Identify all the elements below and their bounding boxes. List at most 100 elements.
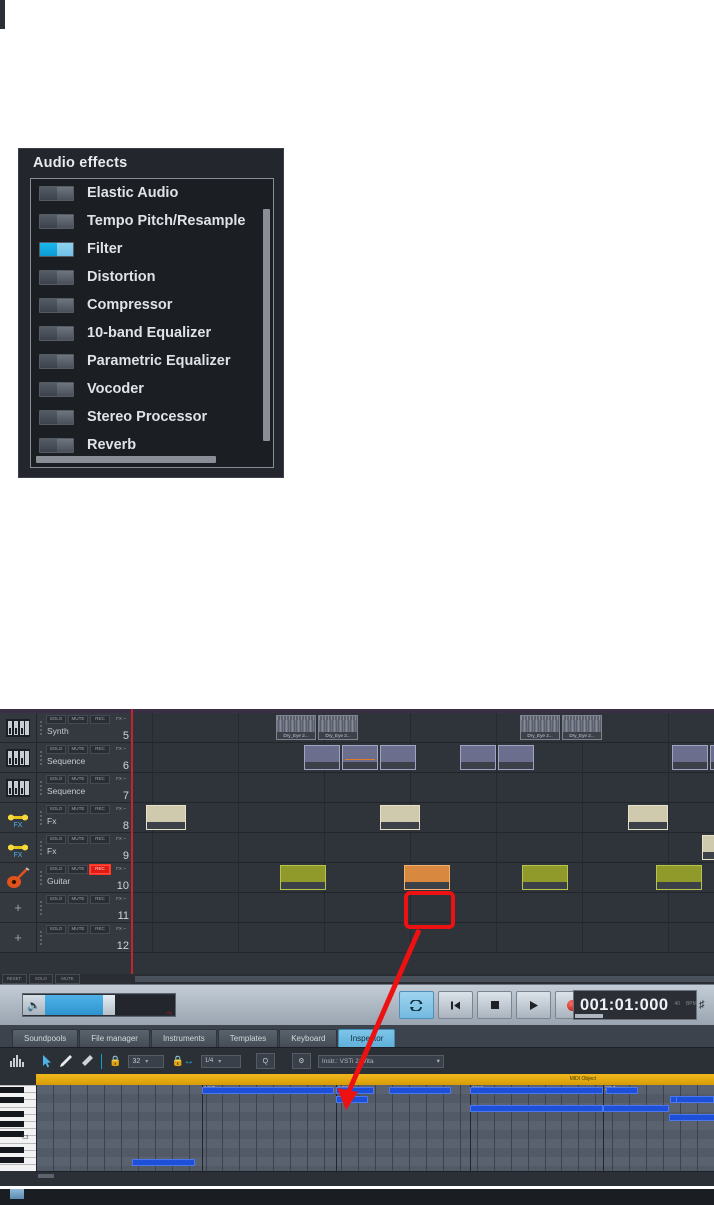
effect-item[interactable]: Vocoder (31, 375, 273, 403)
track-handle[interactable] (37, 743, 44, 772)
reset-solo-button[interactable]: SOLO (28, 974, 54, 984)
effect-item[interactable]: Parametric Equalizer (31, 347, 273, 375)
track-row[interactable]: SOLO MUTE REC FX ~ Guitar 10 (0, 863, 714, 893)
audio-clip[interactable] (710, 745, 714, 770)
effect-toggle-switch[interactable] (39, 353, 74, 369)
levels-icon[interactable] (10, 1055, 25, 1067)
audio-clip[interactable] (460, 745, 496, 770)
effect-item[interactable]: Reverb (31, 431, 273, 459)
lock-arrows-icon[interactable]: 🔒↔ (171, 1056, 193, 1067)
track-handle[interactable] (37, 773, 44, 802)
black-key[interactable] (0, 1097, 24, 1103)
note-grid[interactable]: 1/9/21/9/31/9/42/0/1 (36, 1085, 714, 1171)
track-rec-button[interactable]: REC (90, 715, 110, 724)
track-fx-button[interactable]: FX ~ (112, 745, 130, 754)
stop-button[interactable] (477, 991, 512, 1019)
audio-clip[interactable]: Dry_Eye 2... (562, 715, 602, 740)
fx-icon[interactable]: FX (0, 833, 37, 862)
track-mute-button[interactable]: MUTE (68, 925, 88, 934)
midi-note[interactable] (676, 1096, 714, 1103)
midi-note[interactable] (606, 1087, 638, 1094)
midi-note[interactable] (470, 1087, 603, 1094)
track-row[interactable]: FX SOLO MUTE REC FX ~ Fx 9 (0, 833, 714, 863)
black-key[interactable] (0, 1147, 24, 1153)
track-mute-button[interactable]: MUTE (68, 715, 88, 724)
quantize-button[interactable]: Q (255, 1053, 275, 1069)
midi-note[interactable] (389, 1087, 451, 1094)
piano-keyboard[interactable]: C3 (0, 1085, 36, 1171)
piano-roll-footer[interactable] (36, 1171, 714, 1180)
effect-item[interactable]: Filter (31, 235, 273, 263)
track-fx-button[interactable]: FX ~ (112, 775, 130, 784)
tab-instruments[interactable]: Instruments (150, 1029, 217, 1047)
audio-clip[interactable] (656, 865, 702, 890)
effects-horizontal-scrollbar[interactable] (36, 456, 216, 463)
track-rec-button[interactable]: REC (90, 805, 110, 814)
lock-icon[interactable]: 🔒 (109, 1056, 121, 1067)
track-mute-button[interactable]: MUTE (68, 835, 88, 844)
track-lane[interactable] (132, 773, 714, 802)
midi-note[interactable] (202, 1087, 334, 1094)
track-fx-button[interactable]: FX ~ (112, 925, 130, 934)
audio-clip[interactable] (628, 805, 668, 830)
effect-toggle-switch[interactable] (39, 297, 74, 313)
track-handle[interactable] (37, 803, 44, 832)
volume-track[interactable]: clip (115, 995, 175, 1015)
track-handle[interactable] (37, 923, 44, 952)
audio-clip[interactable] (342, 745, 378, 770)
effect-toggle-switch[interactable] (39, 241, 74, 257)
track-name[interactable]: Synth (44, 724, 132, 736)
track-lane[interactable]: Dry_Eye 2... Dry_Eye 2... Dry_Eye 2... Dry_… (132, 713, 714, 742)
audio-clip[interactable]: Dry_Eye 2... (276, 715, 316, 740)
track-name[interactable]: Fx (44, 814, 132, 826)
effect-toggle-switch[interactable] (39, 269, 74, 285)
metronome-icon[interactable]: ♯ (699, 999, 705, 1011)
tab-keyboard[interactable]: Keyboard (279, 1029, 338, 1047)
effect-toggle-switch[interactable] (39, 437, 74, 453)
track-solo-button[interactable]: SOLO (46, 775, 66, 784)
track-mute-button[interactable]: MUTE (68, 775, 88, 784)
track-mute-button[interactable]: MUTE (68, 865, 88, 874)
loop-button[interactable] (399, 991, 434, 1019)
midi-note[interactable] (336, 1087, 374, 1094)
black-key[interactable] (0, 1111, 24, 1117)
audio-clip[interactable] (380, 805, 420, 830)
audio-clip[interactable] (380, 745, 416, 770)
midi-note[interactable] (336, 1096, 368, 1103)
track-row[interactable]: SOLO MUTE REC FX ~ Sequence 7 (0, 773, 714, 803)
effect-item[interactable]: 10-band Equalizer (31, 319, 273, 347)
track-row[interactable]: SOLO MUTE REC FX ~ Sequence 6 (0, 743, 714, 773)
black-key[interactable] (0, 1121, 24, 1127)
track-lane[interactable] (132, 863, 714, 892)
synth-icon[interactable] (0, 743, 37, 772)
play-button[interactable] (516, 991, 551, 1019)
pencil-tool-icon[interactable] (59, 1054, 73, 1068)
eraser-tool-icon[interactable] (80, 1054, 94, 1068)
speaker-icon[interactable]: 🔈 (23, 995, 45, 1015)
track-fx-button[interactable]: FX ~ (112, 805, 130, 814)
track-solo-button[interactable]: SOLO (46, 925, 66, 934)
audio-clip[interactable] (672, 745, 708, 770)
track-solo-button[interactable]: SOLO (46, 865, 66, 874)
track-row[interactable]: SOLO MUTE REC FX ~ Synth 5 Dry_Eye 2... Dry_Eye… (0, 713, 714, 743)
piano-roll-editor[interactable]: MIDI Object C3 1/9/21/9/31/9/42/0/1 (0, 1074, 714, 1186)
midi-note[interactable] (470, 1105, 603, 1112)
track-fx-button[interactable]: FX ~ (112, 895, 130, 904)
black-key[interactable] (0, 1087, 24, 1093)
track-lane[interactable] (132, 923, 714, 952)
track-solo-button[interactable]: SOLO (46, 805, 66, 814)
arrangement-hscrollbar[interactable] (135, 976, 714, 982)
track-lane[interactable] (132, 743, 714, 772)
effect-item[interactable]: Compressor (31, 291, 273, 319)
track-row[interactable]: + SOLO MUTE REC FX ~ 11 (0, 893, 714, 923)
piano-roll-header[interactable]: MIDI Object (36, 1074, 714, 1085)
effect-toggle-switch[interactable] (39, 381, 74, 397)
effect-item[interactable]: Distortion (31, 263, 273, 291)
effect-toggle-switch[interactable] (39, 409, 74, 425)
track-name[interactable] (44, 904, 132, 906)
track-rec-button[interactable]: REC (90, 745, 110, 754)
instrument-dropdown[interactable]: Instr.: VSTi 2: Vita ▾ (317, 1054, 444, 1068)
track-handle[interactable] (37, 833, 44, 862)
add-track-icon[interactable]: + (0, 893, 37, 922)
fx-icon[interactable]: FX (0, 803, 37, 832)
